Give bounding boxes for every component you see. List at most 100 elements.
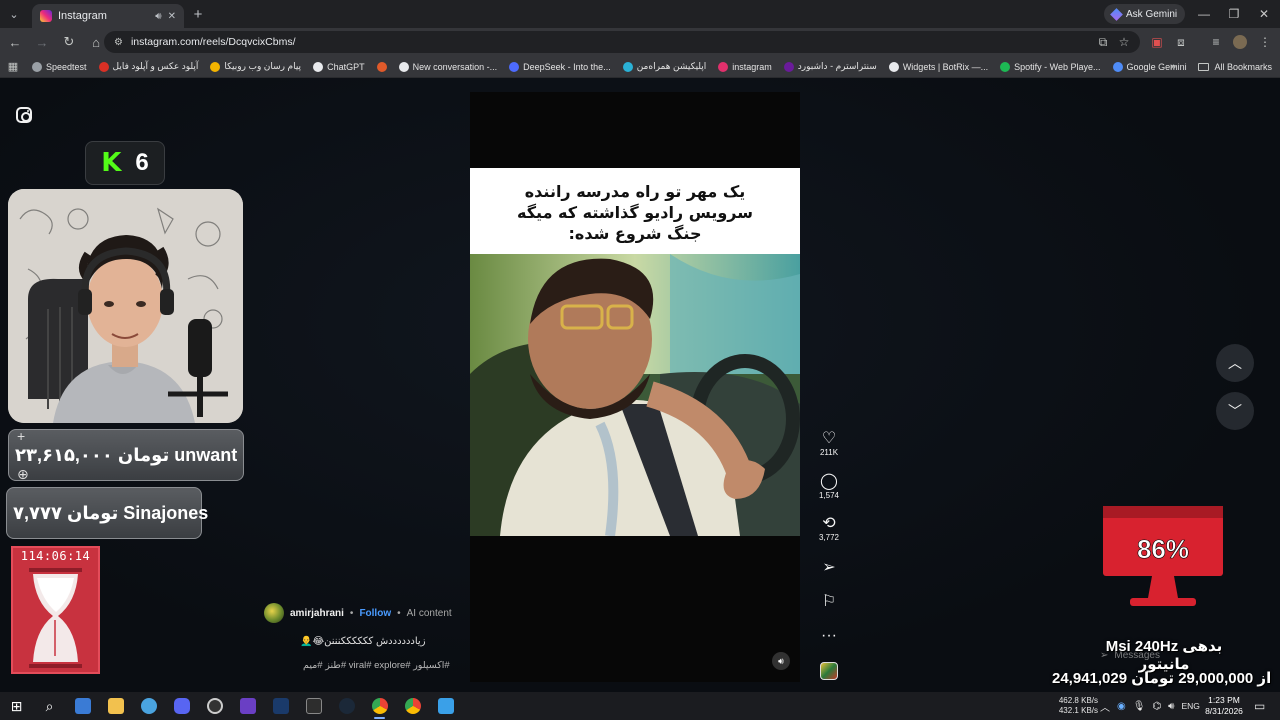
obs-icon xyxy=(206,698,223,714)
microphone-icon[interactable]: 🎙︎ xyxy=(1133,701,1146,712)
back-button[interactable]: ← xyxy=(3,30,27,54)
reel-author-row: amirjahrani • Follow • AI content xyxy=(264,603,452,623)
donation-text: تومان ۲۳,۶۱۵,۰۰۰ unwanted... xyxy=(15,444,237,465)
gemini-bookmark-icon xyxy=(1112,61,1123,72)
url-text: instagram.com/reels/DcqvcixCbms/ xyxy=(130,36,296,48)
bookmark-item[interactable]: Widgets | BotRix —... xyxy=(883,61,994,72)
taskbar-app[interactable] xyxy=(198,692,231,720)
kick-viewer-badge: K 6 xyxy=(85,141,165,185)
new-tab-button[interactable]: + xyxy=(184,6,212,23)
wifi-icon[interactable]: ⌬ xyxy=(1152,701,1161,712)
goal-title: Msi 240Hz بدهی مانیتور xyxy=(1105,638,1223,673)
follow-button[interactable]: Follow xyxy=(359,608,391,619)
taskbar-app[interactable] xyxy=(363,692,396,720)
previous-reel-button[interactable]: ︿ xyxy=(1216,344,1254,382)
ask-gemini-button[interactable]: Ask Gemini xyxy=(1104,4,1186,24)
tab-search-button[interactable]: ⌄ xyxy=(0,0,28,28)
taskbar-app[interactable] xyxy=(297,692,330,720)
close-window-button[interactable]: ✕ xyxy=(1248,0,1280,28)
bookmark-star-icon[interactable]: ☆ xyxy=(1113,28,1135,56)
app-icon xyxy=(140,698,157,714)
more-options-button[interactable]: ··· xyxy=(812,627,846,645)
volume-icon[interactable]: 🔊︎ xyxy=(1168,701,1174,712)
bookmark-item[interactable]: New conversation -... xyxy=(393,61,504,72)
repost-button[interactable]: ⟲ 3,772 xyxy=(812,515,846,542)
start-button[interactable]: ⊞ xyxy=(0,692,33,720)
comment-button[interactable]: ◯ 1,574 xyxy=(812,473,846,500)
instagram-reels-page: K 6 + ⊕ تومان ۲۳,۶۱۵,۰۰۰ unwant تومان ۷,… xyxy=(0,78,1280,692)
bookmark-item[interactable]: DeepSeek - Into the... xyxy=(503,61,617,72)
bookmark-item[interactable] xyxy=(371,61,393,72)
instagram-favicon-icon xyxy=(40,10,52,22)
chevron-down-icon: ﹀ xyxy=(1228,403,1242,419)
address-bar[interactable]: ⚙ instagram.com/reels/DcqvcixCbms/ xyxy=(104,31,1140,53)
save-button[interactable]: ⚐ xyxy=(812,593,846,611)
taskbar-clock[interactable]: 1:23 PM 8/31/2026 xyxy=(1196,695,1252,717)
bookmark-item[interactable]: ChatGPT xyxy=(307,61,371,72)
bookmark-item[interactable]: instagram xyxy=(712,61,778,72)
share-button[interactable]: ➢ xyxy=(812,559,846,577)
taskbar-app[interactable] xyxy=(99,692,132,720)
media-controls-icon[interactable]: ≡ xyxy=(1205,28,1227,56)
taskbar-app[interactable] xyxy=(165,692,198,720)
bookmark-item[interactable]: Google Gemini xyxy=(1107,61,1193,72)
audio-thumbnail[interactable] xyxy=(820,662,838,680)
bookmark-item[interactable]: آپلود عکس و آپلود فایل xyxy=(93,61,205,72)
bookmark-item[interactable]: Speedtest xyxy=(26,61,93,72)
next-reel-button[interactable]: ﹀ xyxy=(1216,392,1254,430)
hourglass-icon xyxy=(29,568,82,668)
kick-logo-icon: K xyxy=(101,148,122,178)
app-tray-icon[interactable]: ◉ xyxy=(1117,701,1126,712)
all-bookmarks-button[interactable]: All Bookmarks xyxy=(1198,56,1272,78)
close-tab-icon[interactable]: ✕ xyxy=(168,11,176,22)
extension-icon[interactable]: ▣ xyxy=(1146,28,1168,56)
like-button[interactable]: ♡ 211K xyxy=(812,430,846,457)
windows-taskbar: ⊞ ⌕ 462.8 KB/s 432.1 KB/s ︿ ◉ 🎙︎ ⌬ 🔊︎ EN… xyxy=(0,692,1280,720)
spotify-icon xyxy=(1000,61,1011,72)
speaker-icon[interactable]: 🔊︎ xyxy=(155,11,161,22)
reel-video-frame[interactable] xyxy=(470,254,800,536)
bookmark-item[interactable]: سنتراسترم - داشبورد xyxy=(778,61,883,72)
search-icon: ⌕ xyxy=(45,697,54,714)
instagram-logo-icon[interactable] xyxy=(16,107,32,123)
taskbar-app[interactable] xyxy=(264,692,297,720)
bookmark-favicon-icon xyxy=(376,61,387,72)
cast-icon[interactable]: ⧉ xyxy=(1092,28,1114,56)
notification-icon[interactable]: ▭ xyxy=(1254,692,1265,720)
tab-strip: ⌄ Instagram 🔊︎ ✕ + xyxy=(0,0,1280,28)
separator: • xyxy=(349,607,354,619)
taskbar-app[interactable] xyxy=(429,692,462,720)
bookmark-icon: ⚐ xyxy=(821,593,837,610)
taskbar-app[interactable] xyxy=(66,692,99,720)
subathon-timer: 114:06:14 xyxy=(11,546,100,674)
conversation-icon xyxy=(398,61,409,72)
rubika-icon xyxy=(210,61,221,72)
taskbar-app[interactable] xyxy=(231,692,264,720)
taskbar-app[interactable] xyxy=(330,692,363,720)
reload-button[interactable]: ↻ xyxy=(57,30,81,54)
minimize-button[interactable]: — xyxy=(1188,0,1220,28)
author-avatar[interactable] xyxy=(264,603,284,623)
extensions-puzzle-icon[interactable]: ⧈ xyxy=(1170,28,1192,56)
taskbar-app[interactable] xyxy=(132,692,165,720)
bookmark-item[interactable]: Spotify - Web Playe... xyxy=(994,61,1106,72)
profile-avatar[interactable] xyxy=(1229,28,1251,56)
apps-grid-icon[interactable]: ▦ xyxy=(0,60,26,73)
site-info-icon[interactable]: ⚙ xyxy=(114,37,123,48)
bookmark-item[interactable]: پیام رسان وب روبیکا xyxy=(204,61,307,72)
author-username[interactable]: amirjahrani xyxy=(290,608,344,619)
tab-instagram[interactable]: Instagram 🔊︎ ✕ xyxy=(32,4,184,28)
more-bookmarks-icon[interactable]: » xyxy=(1170,56,1176,78)
reel-player[interactable]: یک مهر تو راه مدرسه راننده سرویس رادیو گ… xyxy=(470,92,800,682)
hamrahman-icon xyxy=(622,61,633,72)
taskbar-app[interactable] xyxy=(396,692,429,720)
mute-toggle-icon[interactable]: 🔊︎ xyxy=(772,652,790,670)
chrome-menu-icon[interactable]: ⋮ xyxy=(1254,28,1276,56)
repost-icon: ⟲ xyxy=(822,515,836,532)
restore-button[interactable]: ❐ xyxy=(1218,0,1250,28)
bookmark-item[interactable]: اپلیکیشن همراه‌من xyxy=(617,61,713,72)
forward-button[interactable]: → xyxy=(30,30,54,54)
tray-overflow-icon[interactable]: ︿ xyxy=(1100,699,1110,714)
overlay-line: جنگ شروع شده: xyxy=(568,224,702,243)
search-button[interactable]: ⌕ xyxy=(33,692,66,720)
